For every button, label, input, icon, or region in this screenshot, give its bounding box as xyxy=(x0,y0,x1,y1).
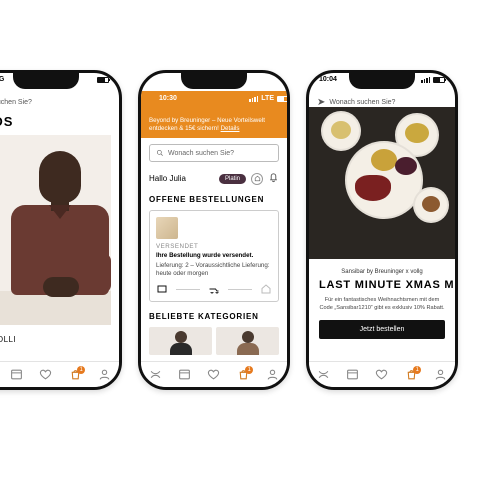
tab-account[interactable] xyxy=(97,368,111,382)
progress-step-shipped-icon xyxy=(208,283,220,295)
search-row[interactable]: ➤ suchen Sie? xyxy=(0,97,111,108)
bag-badge: 1 xyxy=(245,366,253,374)
order-delivery: Lieferung: 2 – Voraussichtliche Lieferun… xyxy=(156,262,272,278)
order-card[interactable]: VERSENDET Ihre Bestellung wurde versende… xyxy=(149,210,279,302)
tab-bag[interactable]: 1 xyxy=(404,368,418,382)
signal-icon xyxy=(249,96,258,102)
category-tile[interactable] xyxy=(216,327,279,355)
banner-details-link[interactable]: Details xyxy=(221,125,240,132)
section-open-orders: OFFENE BESTELLUNGEN xyxy=(141,191,287,208)
order-status-label: VERSENDET xyxy=(156,243,272,251)
progress-step-ordered-icon xyxy=(156,283,168,295)
screen: ➤ Wonach suchen Sie? Sansibar by Breunin… xyxy=(309,73,455,387)
bell-icon[interactable] xyxy=(268,172,279,185)
category-tile[interactable] xyxy=(149,327,212,355)
search-icon xyxy=(156,149,164,157)
tab-logo[interactable] xyxy=(317,368,331,382)
progress-step-delivered-icon xyxy=(260,283,272,295)
promo-panel: Sansibar by Breuninger x vollg LAST MINU… xyxy=(309,259,455,361)
search-placeholder: Wonach suchen Sie? xyxy=(329,99,395,106)
greeting-row: Hallo Julia Platin xyxy=(141,168,287,191)
brand-label: OMOLLI xyxy=(0,325,119,344)
plate xyxy=(413,187,449,223)
battery-icon xyxy=(433,77,445,83)
phone-mockups-row: 5G ➤ suchen Sie? NDS OMOLLI xyxy=(0,0,500,500)
hero-image[interactable] xyxy=(0,135,111,325)
search-input[interactable]: Wonach suchen Sie? xyxy=(149,144,279,162)
phone-3: 10:04 ➤ Wonach suchen Sie? Sansibar by B… xyxy=(306,70,458,390)
tab-bar: 1 xyxy=(0,361,119,387)
tab-browse[interactable] xyxy=(178,368,192,382)
home-store-icon[interactable] xyxy=(251,173,263,185)
time: 10:04 xyxy=(319,76,337,83)
signal-icon xyxy=(421,77,430,83)
banner-text: Beyond by Breuninger – Neue Vorteilswelt… xyxy=(149,117,265,131)
status-bar: 10:30 LTE xyxy=(159,95,287,103)
phone-1: 5G ➤ suchen Sie? NDS OMOLLI xyxy=(0,70,122,390)
plate xyxy=(321,111,361,151)
tab-wishlist[interactable] xyxy=(375,368,389,382)
order-title: Ihre Bestellung wurde versendet. xyxy=(156,252,272,260)
greeting-text: Hallo Julia xyxy=(149,174,186,183)
tab-account[interactable] xyxy=(433,368,447,382)
model-illustration xyxy=(0,135,111,325)
search-placeholder: suchen Sie? xyxy=(0,99,32,106)
tab-logo[interactable] xyxy=(149,368,163,382)
promo-subtitle: Sansibar by Breuninger x vollg xyxy=(319,269,445,275)
category-row xyxy=(141,325,287,357)
battery-icon xyxy=(277,96,287,102)
tab-bag[interactable]: 1 xyxy=(68,368,82,382)
tab-bar: 1 xyxy=(309,361,455,387)
bag-badge: 1 xyxy=(77,366,85,374)
screen: 10:30 LTE Beyond by Breuninger – Neue Vo… xyxy=(141,73,287,387)
promo-description: Für ein fantastisches Weihnachtsmen mit … xyxy=(319,297,445,312)
tab-wishlist[interactable] xyxy=(207,368,221,382)
time: 10:30 xyxy=(159,95,177,103)
order-now-button[interactable]: Jetzt bestellen xyxy=(319,320,445,339)
network-label: LTE xyxy=(261,95,274,103)
section-categories: BELIEBTE KATEGORIEN xyxy=(141,308,287,325)
tab-wishlist[interactable] xyxy=(39,368,53,382)
tab-bag[interactable]: 1 xyxy=(236,368,250,382)
tab-browse[interactable] xyxy=(346,368,360,382)
network-label: 5G xyxy=(0,76,4,83)
screen: ➤ suchen Sie? NDS OMOLLI xyxy=(0,73,119,387)
promo-title: LAST MINUTE XMAS M xyxy=(319,279,445,291)
tab-browse[interactable] xyxy=(10,368,24,382)
notch xyxy=(181,73,247,89)
battery-icon xyxy=(97,77,109,83)
search-placeholder: Wonach suchen Sie? xyxy=(168,150,234,157)
tier-badge[interactable]: Platin xyxy=(219,174,246,184)
tab-bar: 1 xyxy=(141,361,287,387)
notch xyxy=(13,73,79,89)
notch xyxy=(349,73,415,89)
promo-banner[interactable]: 10:30 LTE Beyond by Breuninger – Neue Vo… xyxy=(141,91,287,138)
order-progress xyxy=(156,283,272,295)
food-hero-image[interactable] xyxy=(309,107,455,259)
tab-account[interactable] xyxy=(265,368,279,382)
order-thumbnail xyxy=(156,217,178,239)
plate-main xyxy=(345,141,423,219)
phone-2: 10:30 LTE Beyond by Breuninger – Neue Vo… xyxy=(138,70,290,390)
hero-heading: NDS xyxy=(0,112,119,135)
bag-badge: 1 xyxy=(413,366,421,374)
